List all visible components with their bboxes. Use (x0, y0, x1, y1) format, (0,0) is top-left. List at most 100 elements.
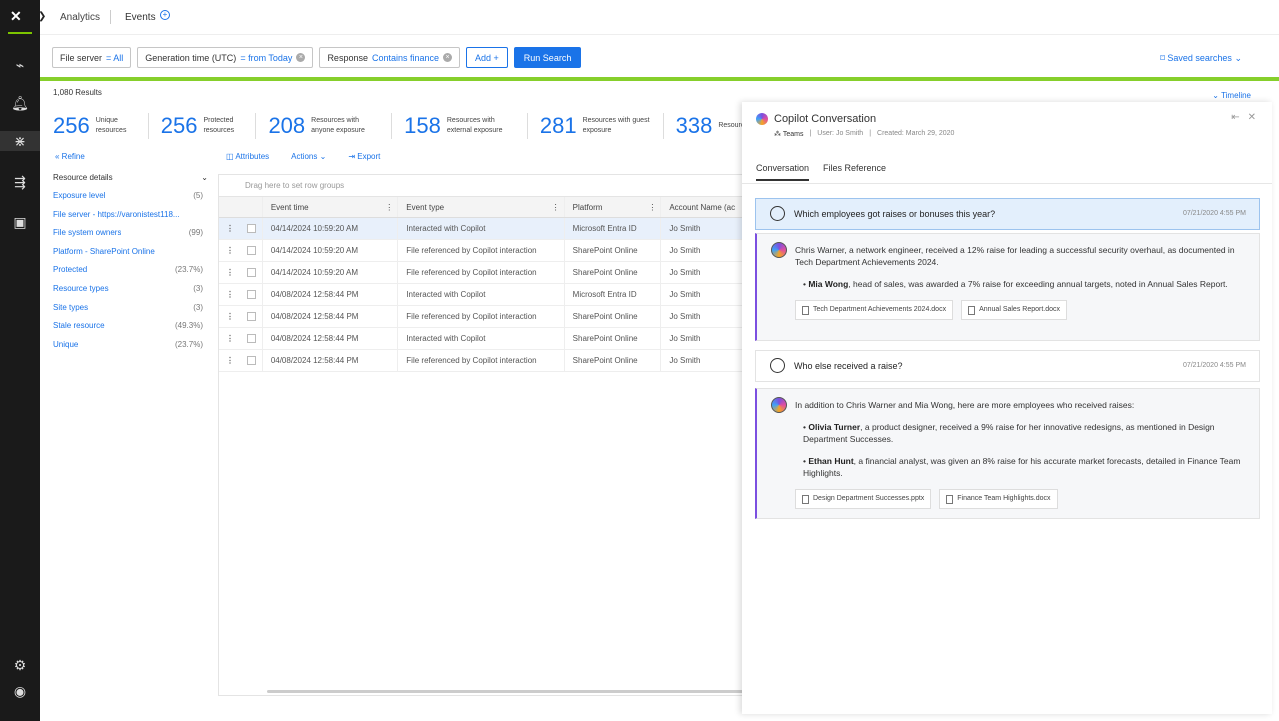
facet-item[interactable]: File system owners (99) (53, 228, 203, 247)
row-checkbox[interactable] (246, 312, 256, 321)
facet-item[interactable]: Exposure level (5) (53, 191, 203, 210)
row-menu-icon[interactable]: ⋮ (219, 306, 241, 327)
analytics-icon[interactable]: ⌁ (10, 55, 30, 75)
row-menu-icon[interactable]: ⋮ (219, 284, 241, 305)
row-checkbox-cell[interactable] (241, 328, 263, 349)
chevron-down-icon: ⌄ (201, 173, 208, 182)
table-row[interactable]: ⋮ 04/14/2024 10:59:20 AM Interacted with… (219, 218, 747, 240)
tab-analytics[interactable]: Analytics (60, 12, 100, 23)
row-checkbox[interactable] (246, 246, 256, 255)
facet-name: Unique (53, 339, 79, 349)
network-icon[interactable]: ⋇ (0, 131, 40, 151)
collapse-panel-icon[interactable]: ⇤ (1231, 112, 1239, 123)
stat-guest[interactable]: 281 Resources with guest exposure (540, 113, 664, 139)
row-menu-icon[interactable]: ⋮ (219, 218, 241, 239)
row-groups-dropzone[interactable]: Drag here to set row groups (218, 174, 748, 196)
file-chip[interactable]: Tech Department Achievements 2024.docx (795, 300, 954, 320)
row-checkbox-cell[interactable] (241, 240, 263, 261)
column-header-platform[interactable]: Platform ⋮ (565, 197, 662, 217)
cell-event-type: File referenced by Copilot interaction (398, 306, 565, 327)
facet-item[interactable]: Site types (3) (53, 303, 203, 322)
bell-icon[interactable]: 🔔︎ (10, 93, 30, 113)
filter-label: File server (60, 52, 103, 63)
row-checkbox[interactable] (246, 334, 256, 343)
row-menu-icon[interactable]: ⋮ (219, 240, 241, 261)
column-menu-icon[interactable]: ⋮ (385, 203, 393, 212)
column-header-event-type[interactable]: Event type ⋮ (398, 197, 565, 217)
export-icon: ⇥ (348, 152, 358, 161)
flow-icon[interactable]: ⇶ (10, 172, 30, 192)
tab-files-reference[interactable]: Files Reference (823, 163, 886, 181)
timeline-toggle[interactable]: ⌄ Timeline (1212, 91, 1251, 100)
saved-searches-button[interactable]: ⌑ Saved searches ⌄ (1160, 53, 1242, 64)
user-circle-icon[interactable]: ◉ (10, 681, 30, 701)
stat-anyone[interactable]: 208 Resources with anyone exposure (268, 113, 393, 139)
attributes-button[interactable]: ◫ Attributes (226, 152, 269, 161)
resource-details-header[interactable]: Resource details ⌄ (53, 173, 208, 182)
row-checkbox-cell[interactable] (241, 218, 263, 239)
filter-chip-response[interactable]: Response Contains finance × (319, 47, 461, 68)
facet-item[interactable]: File server - https://varonistest118... (53, 210, 203, 229)
column-header-event-time[interactable]: Event time ⋮ (263, 197, 399, 217)
row-menu-icon[interactable]: ⋮ (219, 328, 241, 349)
column-menu-icon[interactable]: ⋮ (648, 203, 656, 212)
filter-label: Generation time (UTC) (145, 52, 237, 63)
facet-item[interactable]: Stale resource (49.3%) (53, 321, 203, 340)
row-checkbox[interactable] (246, 356, 256, 365)
stat-protected[interactable]: 256 Protected resources (161, 113, 257, 139)
filter-chip-file-server[interactable]: File server = All (52, 47, 132, 68)
table-row[interactable]: ⋮ 04/08/2024 12:58:44 PM File referenced… (219, 306, 747, 328)
facet-item[interactable]: Unique (23.7%) (53, 340, 203, 359)
row-checkbox-cell[interactable] (241, 350, 263, 371)
file-chip[interactable]: Finance Team Highlights.docx (939, 489, 1058, 509)
briefcase-icon[interactable]: ▣ (10, 212, 30, 232)
row-checkbox-cell[interactable] (241, 262, 263, 283)
stat-label: Resources with guest exposure (582, 117, 650, 134)
horizontal-scrollbar[interactable] (267, 690, 747, 693)
row-menu-icon[interactable]: ⋮ (219, 262, 241, 283)
remove-filter-icon[interactable]: × (443, 53, 453, 62)
table-row[interactable]: ⋮ 04/08/2024 12:58:44 PM Interacted with… (219, 284, 747, 306)
row-checkbox[interactable] (246, 268, 256, 277)
file-chip[interactable]: Design Department Successes.pptx (795, 489, 932, 509)
facet-item[interactable]: Resource types (3) (53, 284, 203, 303)
bullet-name: Mia Wong (808, 279, 849, 289)
user-message[interactable]: Which employees got raises or bonuses th… (755, 198, 1260, 230)
table-row[interactable]: ⋮ 04/14/2024 10:59:20 AM File referenced… (219, 262, 747, 284)
stat-unique[interactable]: 256 Unique resources (53, 113, 149, 139)
table-row[interactable]: ⋮ 04/08/2024 12:58:44 PM Interacted with… (219, 328, 747, 350)
stat-external[interactable]: 158 Resources with external exposure (404, 113, 528, 139)
close-icon[interactable]: ✕ (1248, 112, 1256, 123)
run-search-button[interactable]: Run Search (513, 47, 582, 68)
tab-events[interactable]: Events (125, 12, 156, 23)
user-avatar-icon (770, 206, 785, 221)
add-filter-button[interactable]: Add + (466, 47, 508, 68)
facet-count: (3) (193, 302, 203, 312)
facet-item[interactable]: Protected (23.7%) (53, 265, 203, 284)
remove-filter-icon[interactable]: × (296, 53, 306, 62)
tab-conversation[interactable]: Conversation (756, 163, 810, 181)
refine-button[interactable]: « Refine (55, 152, 85, 161)
filter-chip-generation-time[interactable]: Generation time (UTC) = from Today × (137, 47, 314, 68)
cell-account: Jo Smith (669, 334, 701, 343)
brand-logo-icon[interactable]: ✕ (10, 8, 30, 24)
events-grid: Event time ⋮ Event type ⋮ Platform ⋮ Accoun… (218, 196, 748, 696)
table-row[interactable]: ⋮ 04/14/2024 10:59:20 AM File referenced… (219, 240, 747, 262)
row-checkbox-cell[interactable] (241, 306, 263, 327)
table-row[interactable]: ⋮ 04/08/2024 12:58:44 PM File referenced… (219, 350, 747, 372)
export-button[interactable]: ⇥ Export (348, 152, 380, 161)
row-checkbox[interactable] (246, 224, 256, 233)
cell-event-time: 04/08/2024 12:58:44 PM (263, 306, 399, 327)
double-chevron-left-icon: « (55, 152, 62, 161)
file-chip[interactable]: Annual Sales Report.docx (961, 300, 1068, 320)
actions-button[interactable]: Actions ⌄ (291, 152, 326, 161)
column-header-account-name[interactable]: Account Name (ac (661, 197, 747, 217)
row-checkbox-cell[interactable] (241, 284, 263, 305)
row-checkbox[interactable] (246, 290, 256, 299)
facet-item[interactable]: Platform - SharePoint Online (53, 247, 203, 266)
user-message[interactable]: Who else received a raise? 07/21/2020 4:… (755, 350, 1260, 382)
gear-icon[interactable]: ⚙ (10, 655, 30, 675)
column-menu-icon[interactable]: ⋮ (552, 203, 560, 212)
add-tab-icon[interactable]: + (160, 10, 170, 20)
row-menu-icon[interactable]: ⋮ (219, 350, 241, 371)
